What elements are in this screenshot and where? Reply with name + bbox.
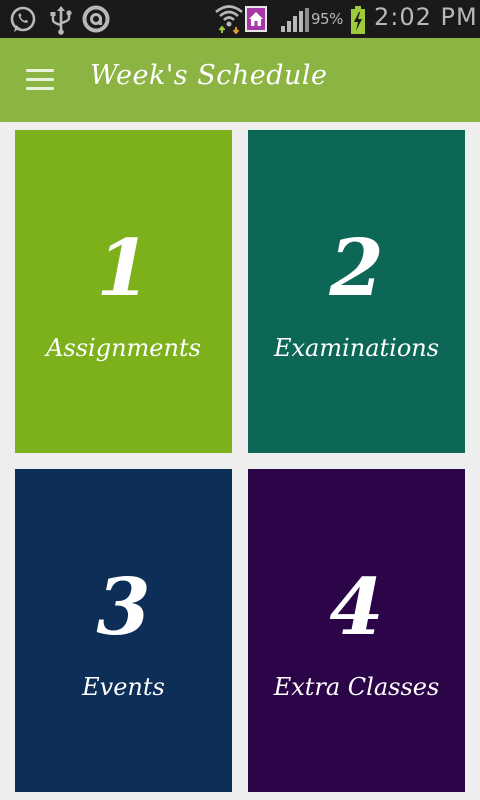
tile-label: Examinations	[273, 334, 440, 362]
tile-label: Events	[82, 673, 165, 701]
tile-extra-classes[interactable]: 4 Extra Classes	[248, 469, 465, 792]
tile-count: 1	[96, 223, 151, 314]
whatsapp-icon	[10, 6, 36, 32]
tile-examinations[interactable]: 2 Examinations	[248, 130, 465, 453]
tile-count: 2	[329, 223, 384, 314]
notification-icon	[82, 5, 110, 33]
page-title: Week's Schedule	[90, 60, 328, 91]
tile-events[interactable]: 3 Events	[15, 469, 232, 792]
tile-label: Assignments	[46, 334, 201, 362]
home-icon	[245, 6, 267, 32]
wifi-icon	[215, 5, 243, 34]
tile-label: Extra Classes	[273, 673, 440, 701]
status-bar: 95% 2:02 PM	[0, 0, 480, 38]
tile-count: 4	[329, 562, 384, 653]
tile-assignments[interactable]: 1 Assignments	[15, 130, 232, 453]
battery-percent: 95%	[311, 10, 343, 28]
battery-icon	[351, 6, 365, 34]
signal-icon	[281, 8, 309, 32]
hamburger-menu-icon[interactable]	[18, 64, 58, 96]
usb-icon	[50, 6, 72, 35]
tile-count: 3	[96, 562, 151, 653]
clock: 2:02 PM	[374, 3, 478, 31]
app-bar: Week's Schedule	[0, 38, 480, 122]
